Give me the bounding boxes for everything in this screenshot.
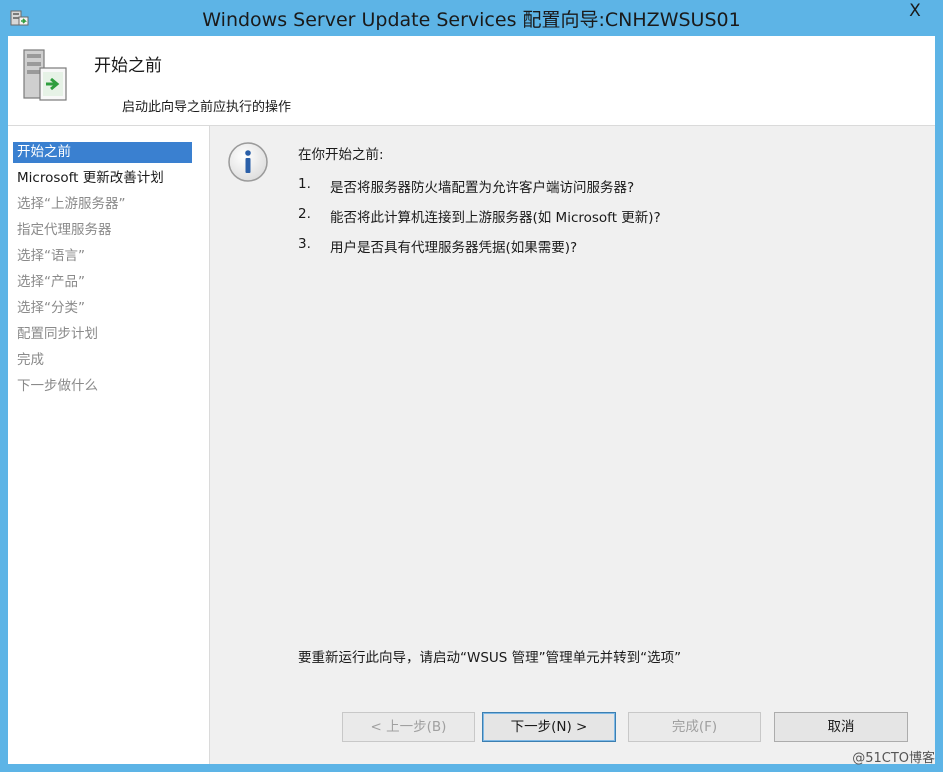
- wizard-header: 开始之前 启动此向导之前应执行的操作: [8, 36, 935, 126]
- step-before-you-begin[interactable]: 开始之前: [13, 142, 192, 163]
- title-bar[interactable]: Windows Server Update Services 配置向导:CNHZ…: [0, 0, 943, 36]
- question-number: 2.: [298, 206, 311, 222]
- step-upstream-server: 选择“上游服务器”: [17, 196, 126, 212]
- step-whats-next: 下一步做什么: [17, 378, 98, 394]
- next-button[interactable]: 下一步(N) >: [482, 712, 616, 742]
- step-sync-schedule: 配置同步计划: [17, 326, 98, 342]
- window-title: Windows Server Update Services 配置向导:CNHZ…: [202, 9, 741, 31]
- step-classifications: 选择“分类”: [17, 300, 85, 316]
- finish-button[interactable]: 完成(F): [628, 712, 761, 742]
- question-text: 用户是否具有代理服务器凭据(如果需要)?: [330, 240, 578, 256]
- cancel-button[interactable]: 取消: [774, 712, 908, 742]
- question-number: 3.: [298, 236, 311, 252]
- step-finished: 完成: [17, 352, 44, 368]
- back-button[interactable]: < 上一步(B): [342, 712, 475, 742]
- step-products: 选择“产品”: [17, 274, 85, 290]
- watermark: @51CTO博客: [852, 751, 935, 766]
- info-icon: [228, 142, 268, 182]
- question-number: 1.: [298, 176, 311, 192]
- step-proxy-server: 指定代理服务器: [17, 222, 112, 238]
- wizard-step-list: 开始之前 Microsoft 更新改善计划 选择“上游服务器” 指定代理服务器 …: [8, 126, 210, 764]
- page-subtitle: 启动此向导之前应执行的操作: [122, 100, 292, 115]
- wizard-window: Windows Server Update Services 配置向导:CNHZ…: [0, 0, 943, 772]
- step-languages: 选择“语言”: [17, 248, 85, 264]
- intro-text: 在你开始之前:: [298, 147, 384, 163]
- rerun-instructions: 要重新运行此向导，请启动“WSUS 管理”管理单元并转到“选项”: [298, 650, 682, 666]
- close-button[interactable]: X: [895, 0, 935, 24]
- question-text: 是否将服务器防火墙配置为允许客户端访问服务器?: [330, 180, 635, 196]
- server-wizard-icon: [23, 49, 67, 101]
- question-text: 能否将此计算机连接到上游服务器(如 Microsoft 更新)?: [330, 210, 661, 226]
- page-title: 开始之前: [94, 56, 162, 76]
- step-improvement-program[interactable]: Microsoft 更新改善计划: [13, 168, 192, 189]
- wizard-client-area: 开始之前 启动此向导之前应执行的操作 开始之前 Microsoft 更新改善计划…: [8, 36, 935, 764]
